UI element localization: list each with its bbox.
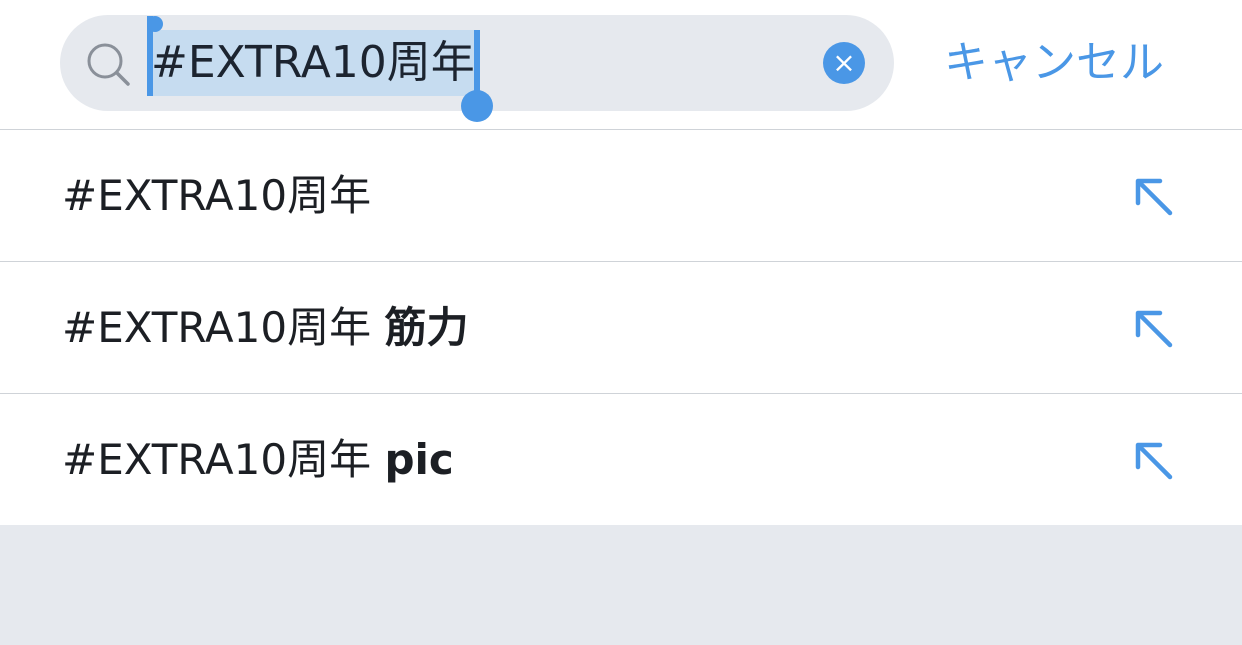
search-input[interactable]: #EXTRA10周年 <box>147 16 493 122</box>
cancel-button[interactable]: キャンセル <box>944 30 1164 96</box>
selection-end-handle[interactable] <box>460 30 493 122</box>
suggestion-prefix: #EXTRA10周年 <box>62 171 372 220</box>
suggestion-text: #EXTRA10周年 筋力 <box>62 262 468 393</box>
suggestion-prefix: #EXTRA10周年 <box>62 303 385 352</box>
suggestion-row[interactable]: #EXTRA10周年 <box>0 130 1242 261</box>
suggestion-text: #EXTRA10周年 pic <box>62 394 454 525</box>
clear-search-button[interactable]: × <box>823 42 865 84</box>
arrow-up-left-icon[interactable] <box>1130 437 1176 483</box>
empty-results-area <box>0 525 1242 645</box>
suggestion-row[interactable]: #EXTRA10周年 筋力 <box>0 262 1242 393</box>
suggestion-suffix: 筋力 <box>384 303 469 352</box>
selected-text[interactable]: #EXTRA10周年 <box>147 16 493 122</box>
suggestion-suffix: pic <box>384 435 454 484</box>
suggestion-prefix: #EXTRA10周年 <box>62 435 385 484</box>
suggestion-row[interactable]: #EXTRA10周年 pic <box>0 394 1242 525</box>
suggestion-text: #EXTRA10周年 <box>62 130 371 261</box>
arrow-up-left-icon[interactable] <box>1130 305 1176 351</box>
search-icon <box>87 43 130 86</box>
search-query-text: #EXTRA10周年 <box>151 37 475 88</box>
selection-start-handle[interactable] <box>147 16 163 96</box>
arrow-up-left-icon[interactable] <box>1130 173 1176 219</box>
close-icon: × <box>832 46 856 79</box>
search-header: #EXTRA10周年 × キャンセル <box>0 0 1242 129</box>
